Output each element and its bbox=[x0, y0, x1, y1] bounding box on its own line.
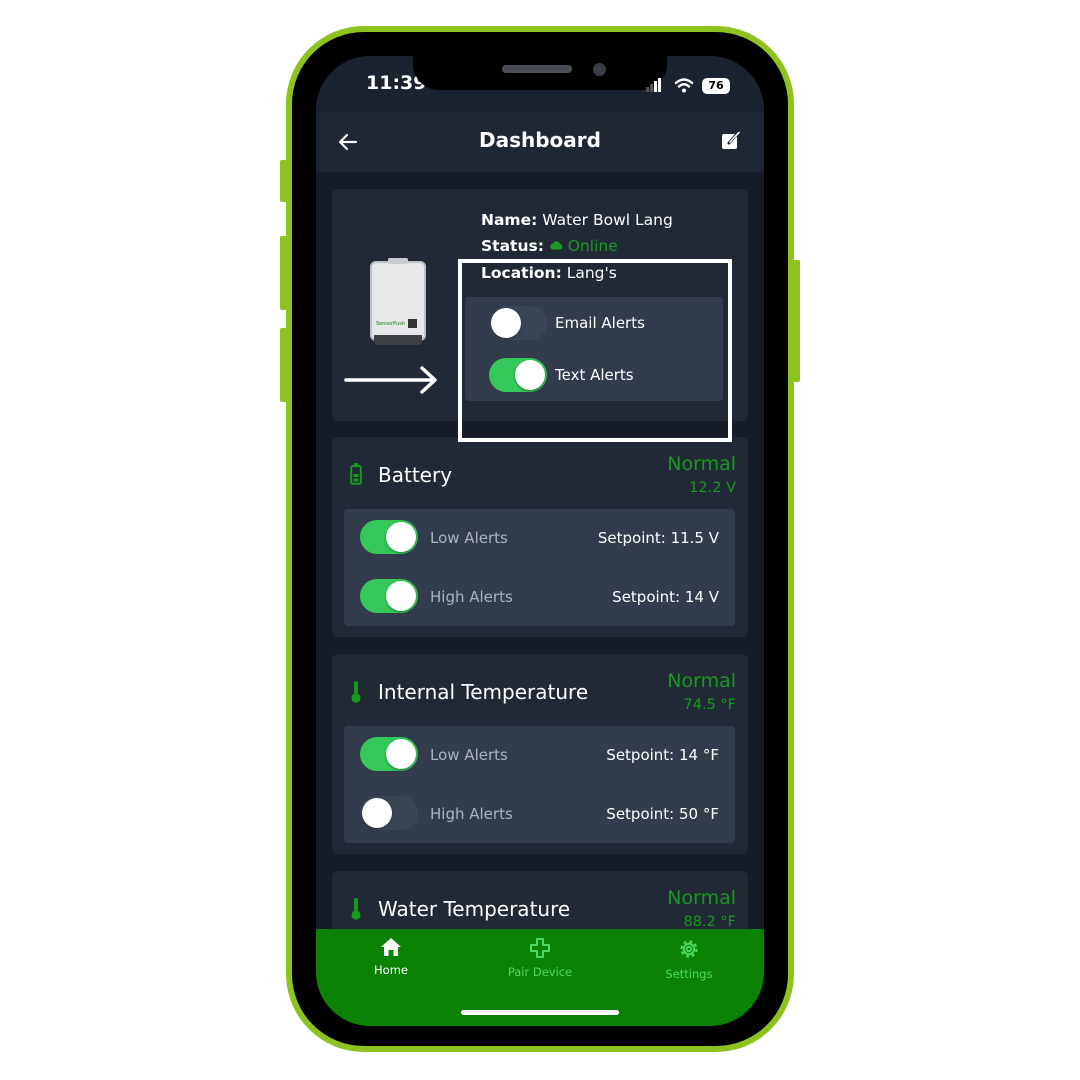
internal-temperature-title: Internal Temperature bbox=[378, 680, 589, 704]
notch bbox=[413, 56, 667, 90]
battery-sensor-card: Battery Normal 12.2 V Low Alerts Setpoin… bbox=[332, 437, 748, 637]
battery-title: Battery bbox=[378, 463, 453, 487]
device-status-label: Status: bbox=[481, 237, 544, 255]
internal-temp-low-alerts-toggle[interactable] bbox=[360, 737, 418, 771]
phone-screen: 11:39 76 Dashboard SensorPush Name: Wate… bbox=[316, 56, 764, 1026]
app-header: Dashboard bbox=[316, 112, 764, 172]
cloud-icon bbox=[550, 241, 563, 250]
battery-low-alerts-toggle[interactable] bbox=[360, 520, 418, 554]
water-temperature-value: 88.2 °F bbox=[683, 914, 737, 930]
internal-temp-high-setpoint: Setpoint: 50 °F bbox=[606, 805, 719, 823]
battery-high-setpoint: Setpoint: 14 V bbox=[612, 588, 719, 606]
gear-icon bbox=[680, 940, 698, 958]
device-name-row: Name: Water Bowl Lang bbox=[481, 211, 673, 229]
nav-home[interactable]: Home bbox=[331, 937, 451, 977]
nav-settings[interactable]: Settings bbox=[629, 937, 749, 981]
battery-low-setpoint: Setpoint: 11.5 V bbox=[597, 529, 719, 547]
internal-temperature-alerts-panel: Low Alerts Setpoint: 14 °F High Alerts S… bbox=[344, 726, 735, 843]
pointer-arrow-icon bbox=[344, 366, 437, 394]
battery-status: Normal bbox=[667, 453, 736, 475]
battery-high-alerts-label: High Alerts bbox=[430, 588, 513, 606]
volume-down-button bbox=[280, 328, 287, 402]
battery-icon bbox=[350, 463, 362, 485]
speaker-grille bbox=[502, 65, 572, 73]
device-name-label: Name: bbox=[481, 211, 538, 229]
internal-temperature-status: Normal bbox=[667, 670, 736, 692]
device-logo-text: SensorPush bbox=[376, 321, 406, 327]
thermometer-icon bbox=[351, 681, 361, 703]
page-title: Dashboard bbox=[479, 128, 601, 152]
battery-value: 12.2 V bbox=[689, 480, 736, 496]
internal-temperature-card: Internal Temperature Normal 74.5 °F Low … bbox=[332, 654, 748, 854]
nav-home-label: Home bbox=[374, 963, 408, 977]
battery-level-badge: 76 bbox=[702, 78, 730, 94]
bottom-navigation: Home Pair Device Settings bbox=[316, 929, 764, 1026]
internal-temp-low-setpoint: Setpoint: 14 °F bbox=[606, 746, 719, 764]
front-camera bbox=[593, 63, 606, 76]
plus-icon bbox=[530, 938, 550, 958]
nav-pair-device[interactable]: Pair Device bbox=[480, 937, 600, 979]
home-icon bbox=[381, 938, 401, 956]
edit-square-icon[interactable] bbox=[720, 130, 742, 152]
water-temperature-status: Normal bbox=[667, 887, 736, 909]
water-temperature-title: Water Temperature bbox=[378, 897, 571, 921]
thermometer-icon bbox=[351, 898, 361, 920]
highlight-box bbox=[458, 259, 732, 442]
mute-switch bbox=[280, 160, 287, 202]
volume-up-button bbox=[280, 236, 287, 310]
home-indicator[interactable] bbox=[461, 1010, 619, 1015]
battery-alerts-panel: Low Alerts Setpoint: 11.5 V High Alerts … bbox=[344, 509, 735, 626]
nav-pair-device-label: Pair Device bbox=[507, 965, 573, 979]
wifi-icon bbox=[674, 78, 694, 93]
internal-temp-low-alerts-label: Low Alerts bbox=[430, 746, 508, 764]
battery-low-alerts-label: Low Alerts bbox=[430, 529, 508, 547]
cellular-signal-icon bbox=[646, 78, 661, 92]
qr-code bbox=[408, 319, 417, 328]
device-status-row: Status: Online bbox=[481, 237, 618, 255]
status-bar: 11:39 76 bbox=[316, 56, 764, 112]
device-status-value: Online bbox=[567, 237, 618, 255]
power-button bbox=[793, 260, 800, 382]
device-name: Water Bowl Lang bbox=[542, 211, 673, 229]
internal-temp-high-alerts-toggle[interactable] bbox=[360, 796, 418, 830]
device-image: SensorPush bbox=[370, 258, 426, 345]
internal-temp-high-alerts-label: High Alerts bbox=[430, 805, 513, 823]
internal-temperature-value: 74.5 °F bbox=[683, 697, 737, 713]
battery-high-alerts-toggle[interactable] bbox=[360, 579, 418, 613]
nav-settings-label: Settings bbox=[665, 967, 713, 981]
